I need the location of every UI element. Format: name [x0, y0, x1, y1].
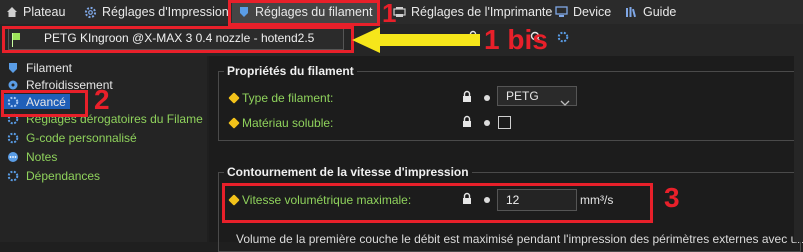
filament-icon	[6, 61, 20, 75]
annotation-box-preset	[2, 26, 354, 53]
tab-printer-settings[interactable]: Réglages de l'Imprimante	[393, 0, 552, 24]
device-icon	[555, 6, 568, 18]
settings-icon[interactable]	[557, 31, 569, 46]
guide-icon	[625, 6, 638, 18]
tab-label: Guide	[643, 5, 677, 19]
group-title: Propriétés du filament	[224, 64, 357, 78]
sidebar-item-dependencies[interactable]: Dépendances	[6, 168, 100, 183]
annotation-box-tab	[228, 0, 380, 26]
annotation-number-1: 1	[382, 0, 397, 28]
sidebar-item-filament[interactable]: Filament	[6, 60, 72, 75]
reset-dot-icon[interactable]	[484, 95, 490, 101]
filament-type-value: PETG	[506, 89, 539, 103]
group-title: Contournement de la vitesse d'impression	[224, 165, 472, 179]
annotation-number-2: 2	[94, 84, 110, 115]
tab-guide[interactable]: Guide	[625, 0, 676, 24]
tab-plateau[interactable]: Plateau	[6, 0, 65, 24]
sidebar-item-custom-gcode[interactable]: G-code personnalisé	[6, 130, 137, 145]
sidebar-item-label: Notes	[26, 149, 58, 164]
tab-label: Device	[573, 5, 612, 19]
tab-print-settings[interactable]: Réglages d'Impression	[84, 0, 229, 24]
chevron-down-icon	[560, 93, 570, 111]
sidebar-item-notes[interactable]: Notes	[6, 149, 57, 164]
soluble-material-label: Matériau soluble:	[242, 116, 334, 130]
home-icon	[6, 6, 18, 18]
tab-label: Réglages d'Impression	[102, 5, 229, 19]
vertical-scrollbar[interactable]	[794, 56, 803, 242]
soluble-material-checkbox[interactable]	[498, 116, 511, 129]
group-filament-properties	[218, 71, 801, 141]
tab-label: Réglages de l'Imprimante	[411, 5, 553, 19]
sidebar-item-label: Filament	[26, 60, 73, 75]
filament-type-label: Type de filament:	[242, 91, 334, 105]
dependencies-icon	[6, 169, 20, 183]
arrow-left-icon	[352, 27, 482, 56]
gear-icon	[84, 6, 97, 19]
annotation-number-1bis: 1 bis	[484, 24, 548, 55]
annotation-number-3: 3	[664, 182, 680, 213]
tab-bar: Plateau Réglages d'Impression Réglages d…	[0, 0, 803, 24]
tab-device[interactable]: Device	[555, 0, 611, 24]
sidebar-item-label: Dépendances	[26, 168, 101, 183]
sidebar-item-label: G-code personnalisé	[26, 130, 137, 145]
gear-icon	[6, 131, 20, 145]
notes-icon	[6, 150, 20, 164]
lock-icon[interactable]	[462, 115, 472, 131]
lock-icon[interactable]	[462, 90, 472, 106]
filament-type-select[interactable]: PETG	[497, 86, 577, 106]
setting-description: Volume de la première couche le débit es…	[236, 232, 803, 246]
annotation-box-volumetric	[222, 183, 653, 223]
annotation-box-advanced	[1, 90, 88, 117]
tab-label: Plateau	[23, 5, 66, 19]
reset-dot-icon[interactable]	[484, 120, 490, 126]
